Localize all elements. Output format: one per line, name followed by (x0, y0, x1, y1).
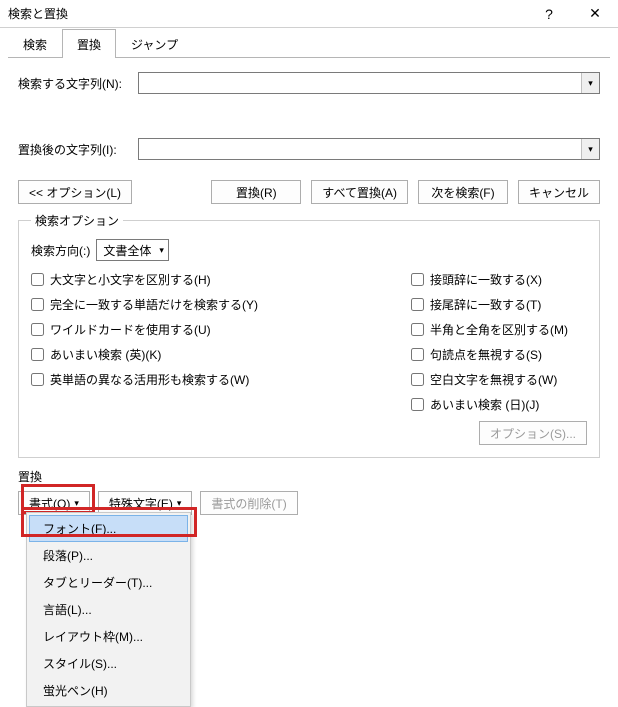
chevron-down-icon: ▾ (588, 144, 593, 155)
chk-fuzzy-en[interactable]: あいまい検索 (英)(K) (31, 346, 411, 363)
chk-fuzzy-ja[interactable]: あいまい検索 (日)(J) (411, 396, 568, 413)
replace-button[interactable]: 置換(R) (211, 180, 301, 204)
chevron-down-icon: ▾ (74, 498, 79, 509)
replace-combo[interactable]: ▾ (138, 138, 600, 160)
titlebar: 検索と置換 ? ✕ (0, 0, 618, 28)
menu-font[interactable]: フォント(F)... (29, 515, 188, 542)
chk-whole-word[interactable]: 完全に一致する単語だけを検索する(Y) (31, 296, 411, 313)
chk-punct[interactable]: 句読点を無視する(S) (411, 346, 568, 363)
menu-language[interactable]: 言語(L)... (29, 596, 188, 623)
direction-label: 検索方向(:) (31, 242, 90, 259)
direction-value: 文書全体 (103, 242, 151, 259)
search-options-legend: 検索オプション (31, 212, 123, 229)
find-next-button[interactable]: 次を検索(F) (418, 180, 508, 204)
options-collapse-button[interactable]: << オプション(L) (18, 180, 132, 204)
menu-paragraph[interactable]: 段落(P)... (29, 542, 188, 569)
format-menu: フォント(F)... 段落(P)... タブとリーダー(T)... 言語(L).… (26, 512, 191, 707)
find-dropdown-button[interactable]: ▾ (581, 73, 599, 93)
replace-dropdown-button[interactable]: ▾ (581, 139, 599, 159)
tab-replace[interactable]: 置換 (62, 29, 116, 58)
close-button[interactable]: ✕ (572, 0, 618, 28)
cancel-button[interactable]: キャンセル (518, 180, 600, 204)
action-buttons: << オプション(L) 置換(R) すべて置換(A) 次を検索(F) キャンセル (18, 180, 600, 204)
direction-row: 検索方向(:) 文書全体 ▾ (31, 239, 587, 261)
menu-style[interactable]: スタイル(S)... (29, 650, 188, 677)
tab-find[interactable]: 検索 (8, 29, 62, 58)
replace-row: 置換後の文字列(I): ▾ (18, 138, 600, 160)
chk-whitespace[interactable]: 空白文字を無視する(W) (411, 371, 568, 388)
search-options-group: 検索オプション 検索方向(:) 文書全体 ▾ 大文字と小文字を区別する(H) 完… (18, 212, 600, 458)
direction-select[interactable]: 文書全体 ▾ (96, 239, 169, 261)
replace-input[interactable] (139, 139, 581, 159)
find-row: 検索する文字列(N): ▾ (18, 72, 600, 94)
window-title: 検索と置換 (8, 5, 526, 22)
tab-strip: 検索 置換 ジャンプ (0, 28, 618, 58)
format-heading: 置換 (18, 468, 600, 485)
chevron-down-icon: ▾ (177, 498, 182, 509)
chk-prefix[interactable]: 接頭辞に一致する(X) (411, 271, 568, 288)
chk-wordforms[interactable]: 英単語の異なる活用形も検索する(W) (31, 371, 411, 388)
menu-highlight[interactable]: 蛍光ペン(H) (29, 677, 188, 704)
tab-jump[interactable]: ジャンプ (116, 29, 193, 58)
dialog-body: 検索する文字列(N): ▾ 置換後の文字列(I): ▾ << オプション(L) … (0, 58, 618, 529)
clear-format-button[interactable]: 書式の削除(T) (200, 491, 297, 515)
menu-tabs[interactable]: タブとリーダー(T)... (29, 569, 188, 596)
chk-match-case[interactable]: 大文字と小文字を区別する(H) (31, 271, 411, 288)
chk-suffix[interactable]: 接尾辞に一致する(T) (411, 296, 568, 313)
menu-frame[interactable]: レイアウト枠(M)... (29, 623, 188, 650)
chk-width[interactable]: 半角と全角を区別する(M) (411, 321, 568, 338)
chk-wildcard[interactable]: ワイルドカードを使用する(U) (31, 321, 411, 338)
replace-label: 置換後の文字列(I): (18, 138, 138, 158)
replace-all-button[interactable]: すべて置換(A) (311, 180, 408, 204)
find-label: 検索する文字列(N): (18, 72, 138, 92)
options-s-button[interactable]: オプション(S)... (479, 421, 587, 445)
chevron-down-icon: ▾ (159, 245, 164, 256)
find-input[interactable] (139, 73, 581, 93)
chevron-down-icon: ▾ (588, 78, 593, 89)
find-combo[interactable]: ▾ (138, 72, 600, 94)
help-button[interactable]: ? (526, 0, 572, 28)
